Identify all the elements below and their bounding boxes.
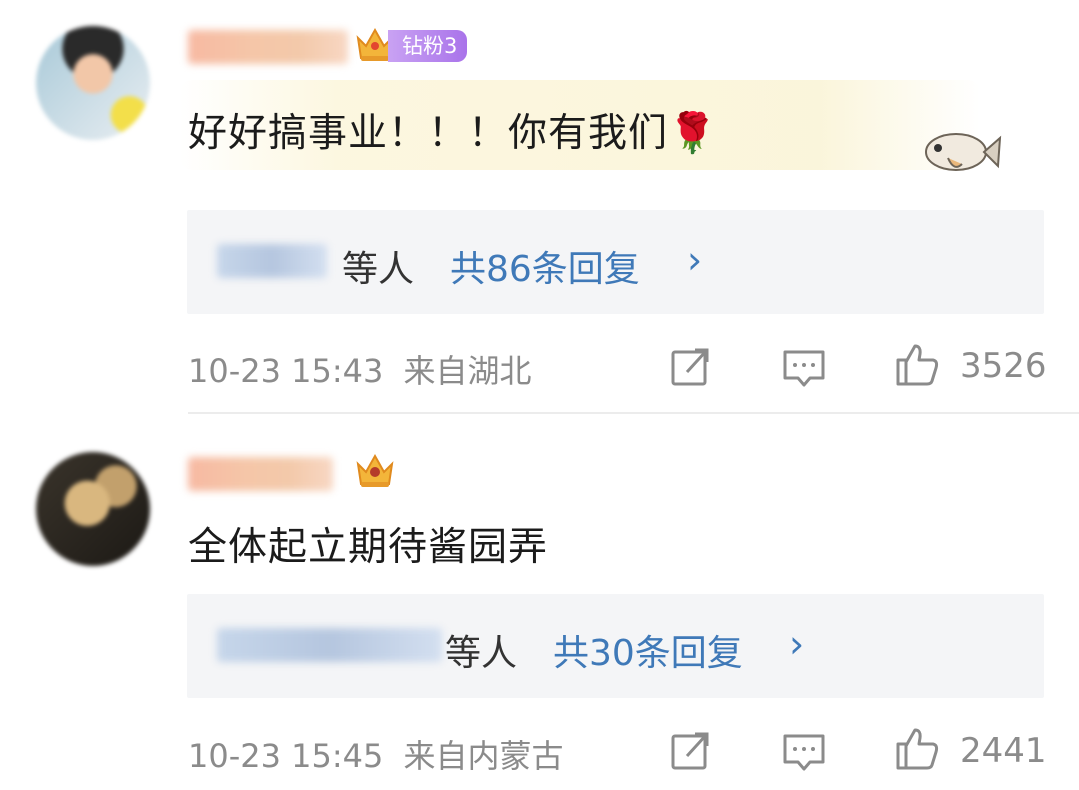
- location: 来自湖北: [403, 352, 532, 390]
- location: 来自内蒙古: [403, 737, 564, 775]
- fish-sticker-icon: [918, 124, 1002, 180]
- comment-icon[interactable]: [780, 344, 828, 392]
- reply-users-blurred: [217, 628, 442, 662]
- share-icon[interactable]: [667, 344, 715, 392]
- chevron-right-icon: ›: [687, 238, 703, 282]
- like-icon[interactable]: [893, 340, 941, 388]
- comment-text: 全体起立期待酱园弄: [188, 525, 549, 570]
- reply-users-blurred: [217, 244, 327, 278]
- comment-text: 好好搞事业！！！你有我们🌹: [188, 111, 718, 156]
- like-count: 2441: [960, 731, 1047, 771]
- comment-meta: 10-23 15:43 来自湖北: [188, 346, 532, 392]
- share-icon[interactable]: [667, 728, 715, 776]
- comment-icon[interactable]: [780, 728, 828, 776]
- crown-icon: [354, 450, 396, 490]
- like-icon[interactable]: [893, 724, 941, 772]
- comment-divider: [188, 412, 1079, 414]
- username-blurred[interactable]: [188, 457, 333, 491]
- reply-count-link[interactable]: 共86条回复: [450, 240, 640, 292]
- username-blurred[interactable]: [188, 30, 348, 64]
- avatar[interactable]: [36, 26, 150, 140]
- reply-count-link[interactable]: 共30条回复: [553, 624, 743, 676]
- like-count: 3526: [960, 346, 1047, 386]
- reply-preview[interactable]: 等人 共30条回复 ›: [187, 594, 1044, 698]
- fan-level-badge: 钻粉3: [388, 30, 468, 62]
- avatar[interactable]: [36, 452, 150, 566]
- chevron-right-icon: ›: [789, 622, 805, 666]
- reply-suffix: 等人: [445, 633, 518, 674]
- comment-meta: 10-23 15:45 来自内蒙古: [188, 731, 564, 777]
- timestamp: 10-23 15:43: [188, 352, 384, 390]
- reply-preview[interactable]: 等人 共86条回复 ›: [187, 210, 1044, 314]
- timestamp: 10-23 15:45: [188, 737, 384, 775]
- reply-suffix: 等人: [342, 249, 415, 290]
